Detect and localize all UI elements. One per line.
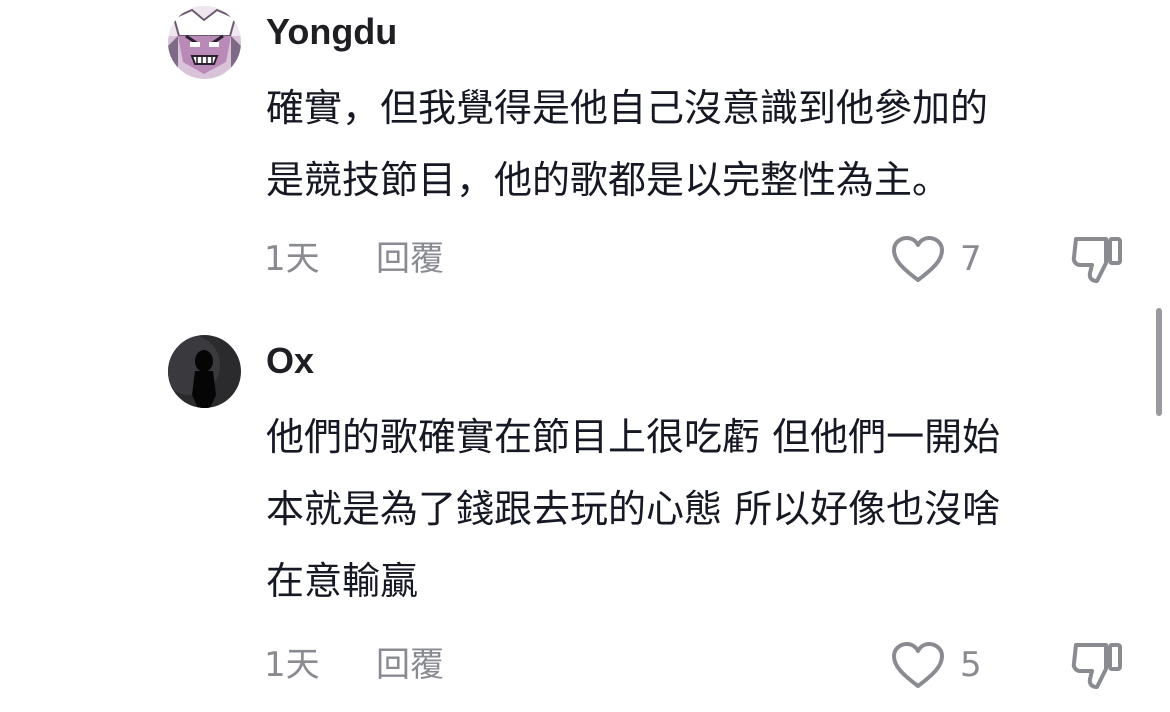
comment-text-line: 確實，但我覺得是他自己沒意識到他參加的	[266, 86, 989, 130]
comment-body: Yongdu 確實，但我覺得是他自己沒意識到他參加的 是競技節目，他的歌都是以完…	[266, 6, 1136, 216]
comment-actions: 1天 回覆 5	[168, 637, 1138, 693]
avatar[interactable]	[168, 335, 241, 408]
reply-button[interactable]: 回覆	[376, 237, 444, 281]
scrollbar[interactable]	[1156, 308, 1162, 416]
comment-body: Ox 他們的歌確實在節目上很吃虧 但他們一開始 本就是為了錢跟去玩的心態 所以好…	[266, 335, 1136, 617]
username[interactable]: Yongdu	[266, 10, 1136, 54]
comment-text: 他們的歌確實在節目上很吃虧 但他們一開始 本就是為了錢跟去玩的心態 所以好像也沒…	[266, 401, 1136, 617]
like-count: 5	[960, 645, 982, 685]
thumbs-down-icon	[1071, 643, 1122, 689]
timestamp: 1天	[264, 645, 320, 685]
heart-outline-icon	[892, 236, 944, 282]
comment-text-line: 他們的歌確實在節目上很吃虧 但他們一開始	[266, 415, 1001, 459]
avatar[interactable]	[168, 6, 241, 79]
dislike-button[interactable]	[1070, 233, 1124, 289]
timestamp: 1天	[264, 239, 320, 279]
like-count: 7	[960, 239, 982, 279]
thumbs-down-icon	[1071, 237, 1122, 283]
comment-text-line: 在意輸贏	[266, 559, 419, 603]
comments-screen: Yongdu 確實，但我覺得是他自己沒意識到他參加的 是競技節目，他的歌都是以完…	[0, 0, 1170, 712]
comment-text-line: 本就是為了錢跟去玩的心態 所以好像也沒啥	[266, 487, 1001, 531]
comment-text-line: 是競技節目，他的歌都是以完整性為主。	[266, 158, 951, 202]
comment-text: 確實，但我覺得是他自己沒意識到他參加的 是競技節目，他的歌都是以完整性為主。	[266, 72, 1136, 216]
anime-avatar-image	[168, 6, 241, 79]
silhouette-avatar-image	[168, 335, 241, 408]
username[interactable]: Ox	[266, 339, 1136, 383]
dislike-button[interactable]	[1070, 639, 1124, 695]
reply-button[interactable]: 回覆	[376, 643, 444, 687]
comment-actions: 1天 回覆 7	[168, 231, 1138, 287]
heart-outline-icon	[892, 642, 944, 688]
